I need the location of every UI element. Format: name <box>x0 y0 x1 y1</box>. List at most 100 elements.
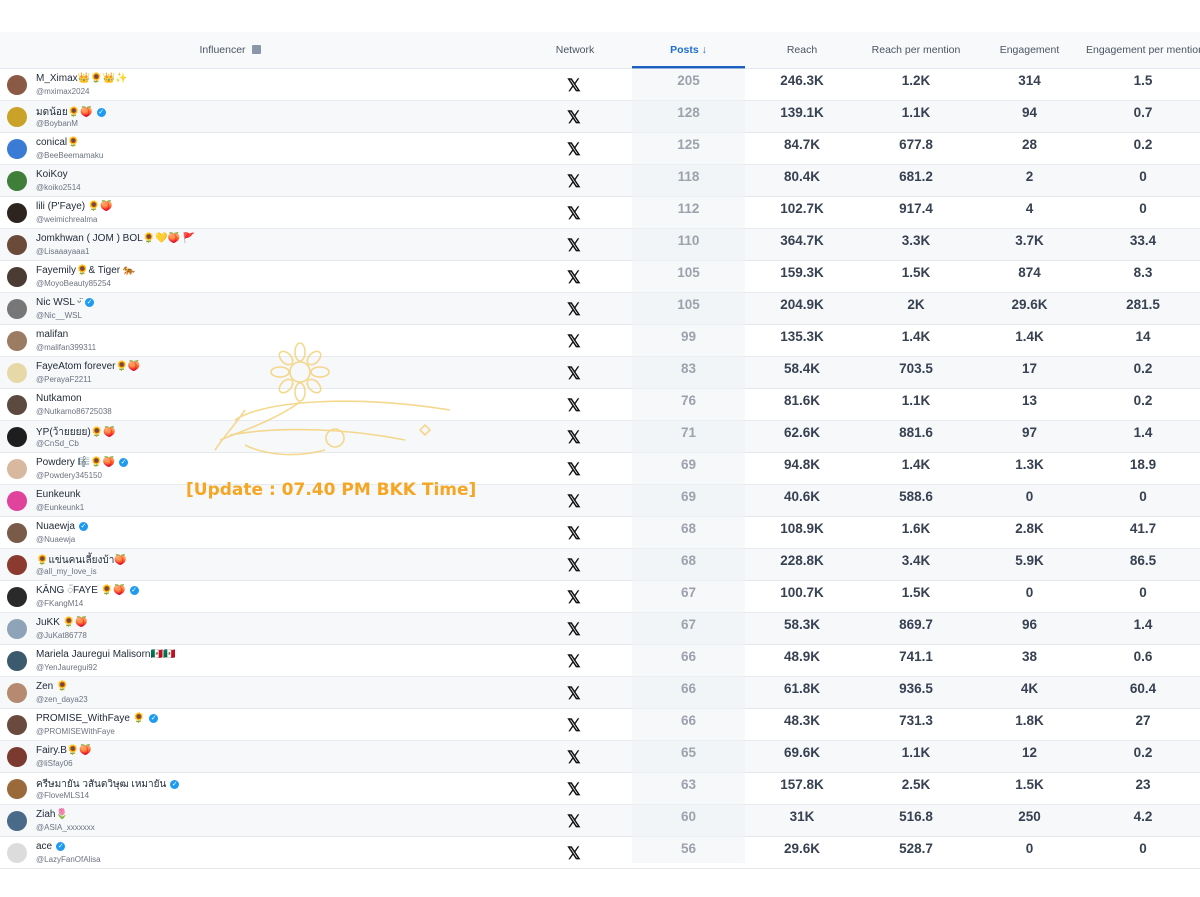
avatar[interactable] <box>7 811 27 831</box>
table-row[interactable]: FayeAtom forever🌻🍑 @PerayaF2211 𝕏 83 58.4K 70… <box>0 357 1200 389</box>
influencer-name[interactable]: KoiKoy <box>36 169 68 180</box>
table-row[interactable]: KĀNG ◌̈FAYE 🌻🍑 ✓ @FKangM14 𝕏 67 100.7K 1.5K 0 0 <box>0 581 1200 613</box>
avatar[interactable] <box>7 75 27 95</box>
influencer-name[interactable]: Ziah🌷 <box>36 809 68 820</box>
influencer-name-text[interactable]: malifan <box>36 329 68 340</box>
influencer-name-text[interactable]: 🌻แข่นคนเลี้ยงบ้า🍑 <box>36 555 127 566</box>
avatar[interactable] <box>7 619 27 639</box>
influencer-name-text[interactable]: Fairy.B🌻🍑 <box>36 745 92 756</box>
avatar[interactable] <box>7 747 27 767</box>
influencer-name-text[interactable]: มดน้อย🌻🍑 <box>36 107 93 118</box>
table-row[interactable]: Ziah🌷 @ASIA_xxxxxxx 𝕏 60 31K 516.8 250 4.2 <box>0 805 1200 837</box>
table-row[interactable]: M_Ximax👑🌻👑✨ @mximax2024 𝕏 205 246.3K 1.2K 314 1… <box>0 69 1200 101</box>
table-row[interactable]: Nic WSL ᵕ̈ ✓ @Nic__WSL 𝕏 105 204.9K 2K 29.6K 281… <box>0 293 1200 325</box>
influencer-handle[interactable]: @BoybanM <box>36 119 78 128</box>
col-header-reach-per-mention[interactable]: Reach per mention <box>859 32 973 68</box>
influencer-name-text[interactable]: Nuaewja <box>36 521 75 532</box>
table-row[interactable]: Jomkhwan ( JOM ) BOL🌻💛🍑 🚩 @Lisaaayaaa1 𝕏 11… <box>0 229 1200 261</box>
influencer-name[interactable]: Nic WSL ᵕ̈ ✓ <box>36 297 95 308</box>
influencer-handle[interactable]: @mximax2024 <box>36 87 89 96</box>
col-header-network[interactable]: Network <box>520 32 630 68</box>
col-header-posts[interactable]: Posts ↓ <box>632 32 745 68</box>
table-row[interactable]: malifan @malifan399311 𝕏 99 135.3K 1.4K 1.4K 14 <box>0 325 1200 357</box>
influencer-name-text[interactable]: M_Ximax👑🌻👑✨ <box>36 73 127 84</box>
influencer-name[interactable]: malifan <box>36 329 68 340</box>
influencer-handle[interactable]: @ASIA_xxxxxxx <box>36 823 95 832</box>
influencer-handle[interactable]: @Nic__WSL <box>36 311 82 320</box>
table-row[interactable]: lili (P'Faye) 🌻🍑 @weimichrealma 𝕏 112 102.7K… <box>0 197 1200 229</box>
table-row[interactable]: Fayemily🌻& Tiger 🐅 @MoyoBeauty85254 𝕏 105 15… <box>0 261 1200 293</box>
table-row[interactable]: JuKK 🌻🍑 @JuKat86778 𝕏 67 58.3K 869.7 96 1.4 <box>0 613 1200 645</box>
col-header-influencer[interactable]: Influencer <box>130 32 330 68</box>
influencer-name[interactable]: 🌻แข่นคนเลี้ยงบ้า🍑 <box>36 553 127 568</box>
influencer-handle[interactable]: @Nutkamo86725038 <box>36 407 112 416</box>
avatar[interactable] <box>7 331 27 351</box>
influencer-handle[interactable]: @FloveMLS14 <box>36 791 89 800</box>
influencer-name-text[interactable]: Jomkhwan ( JOM ) BOL🌻💛🍑 🚩 <box>36 233 195 244</box>
external-link-icon[interactable] <box>251 44 261 54</box>
table-row[interactable]: Mariela Jauregui Malisorn🇲🇽🇲🇽 @YenJauregu… <box>0 645 1200 677</box>
influencer-name-text[interactable]: ace <box>36 841 52 852</box>
influencer-name-text[interactable]: Nic WSL ᵕ̈ <box>36 297 81 308</box>
influencer-name-text[interactable]: YP(ว้ายยยย)🌻🍑 <box>36 427 116 438</box>
influencer-name[interactable]: Eunkeunk <box>36 489 80 500</box>
table-row[interactable]: KoiKoy @koiko2514 𝕏 118 80.4K 681.2 2 0 <box>0 165 1200 197</box>
influencer-name-text[interactable]: Nutkamon <box>36 393 82 404</box>
avatar[interactable] <box>7 779 27 799</box>
avatar[interactable] <box>7 523 27 543</box>
influencer-name-text[interactable]: Powdery 🎼🌻🍑 <box>36 457 115 468</box>
influencer-handle[interactable]: @YenJauregui92 <box>36 663 97 672</box>
influencer-handle[interactable]: @Eunkeunk1 <box>36 503 84 512</box>
table-row[interactable]: conical🌻 @BeeBeemamaku 𝕏 125 84.7K 677.8 28 0.2 <box>0 133 1200 165</box>
influencer-name[interactable]: FayeAtom forever🌻🍑 <box>36 361 140 372</box>
influencer-handle[interactable]: @Powdery345150 <box>36 471 102 480</box>
influencer-name[interactable]: M_Ximax👑🌻👑✨ <box>36 73 127 84</box>
influencer-name-text[interactable]: conical🌻 <box>36 137 80 148</box>
col-header-reach[interactable]: Reach <box>745 32 859 68</box>
influencer-handle[interactable]: @all_my_love_is <box>36 567 97 576</box>
avatar[interactable] <box>7 395 27 415</box>
avatar[interactable] <box>7 107 27 127</box>
avatar[interactable] <box>7 491 27 511</box>
influencer-handle[interactable]: @zen_daya23 <box>36 695 88 704</box>
influencer-handle[interactable]: @malifan399311 <box>36 343 96 352</box>
table-row[interactable]: PROMISE_WithFaye 🌻 ✓ @PROMISEWithFaye 𝕏 66 48… <box>0 709 1200 741</box>
influencer-name[interactable]: Zen 🌻 <box>36 681 68 692</box>
table-row[interactable]: มดน้อย🌻🍑 ✓ @BoybanM 𝕏 128 139.1K 1.1K 94 0.7 <box>0 101 1200 133</box>
avatar[interactable] <box>7 299 27 319</box>
avatar[interactable] <box>7 363 27 383</box>
influencer-name[interactable]: Powdery 🎼🌻🍑 ✓ <box>36 457 129 468</box>
avatar[interactable] <box>7 555 27 575</box>
table-row[interactable]: Nutkamon @Nutkamo86725038 𝕏 76 81.6K 1.1K 13 0.… <box>0 389 1200 421</box>
influencer-name[interactable]: conical🌻 <box>36 137 80 148</box>
avatar[interactable] <box>7 267 27 287</box>
table-row[interactable]: YP(ว้ายยยย)🌻🍑 @CnSd_Cb 𝕏 71 62.6K 881.6 97 1.4 <box>0 421 1200 453</box>
influencer-handle[interactable]: @PerayaF2211 <box>36 375 92 384</box>
table-row[interactable]: Fairy.B🌻🍑 @liSfay06 𝕏 65 69.6K 1.1K 12 0.2 <box>0 741 1200 773</box>
influencer-name[interactable]: ace ✓ <box>36 841 66 852</box>
influencer-handle[interactable]: @CnSd_Cb <box>36 439 79 448</box>
influencer-handle[interactable]: @LazyFanOfAlisa <box>36 855 101 864</box>
influencer-name[interactable]: มดน้อย🌻🍑 ✓ <box>36 105 106 120</box>
avatar[interactable] <box>7 683 27 703</box>
influencer-name[interactable]: KĀNG ◌̈FAYE 🌻🍑 ✓ <box>36 585 139 596</box>
influencer-name[interactable]: YP(ว้ายยยย)🌻🍑 <box>36 425 116 440</box>
influencer-name[interactable]: Jomkhwan ( JOM ) BOL🌻💛🍑 🚩 <box>36 233 195 244</box>
influencer-name[interactable]: PROMISE_WithFaye 🌻 ✓ <box>36 713 159 724</box>
table-row[interactable]: Powdery 🎼🌻🍑 ✓ @Powdery345150 𝕏 69 94.8K 1.4K 1.… <box>0 453 1200 485</box>
table-row[interactable]: Eunkeunk @Eunkeunk1 𝕏 69 40.6K 588.6 0 0 <box>0 485 1200 517</box>
influencer-name[interactable]: Nuaewja ✓ <box>36 521 88 532</box>
influencer-handle[interactable]: @JuKat86778 <box>36 631 87 640</box>
influencer-handle[interactable]: @BeeBeemamaku <box>36 151 103 160</box>
influencer-handle[interactable]: @Nuaewja <box>36 535 75 544</box>
influencer-name-text[interactable]: FayeAtom forever🌻🍑 <box>36 361 140 372</box>
influencer-name[interactable]: lili (P'Faye) 🌻🍑 <box>36 201 113 212</box>
influencer-name-text[interactable]: PROMISE_WithFaye 🌻 <box>36 713 145 724</box>
influencer-handle[interactable]: @koiko2514 <box>36 183 81 192</box>
table-row[interactable]: ครีษมายัน วสันตวิษุฒ เหมายัน ✓ @FloveMLS14… <box>0 773 1200 805</box>
col-header-engagement-per-mention[interactable]: Engagement per mention <box>1086 32 1200 68</box>
influencer-handle[interactable]: @weimichrealma <box>36 215 97 224</box>
influencer-handle[interactable]: @FKangM14 <box>36 599 83 608</box>
influencer-name-text[interactable]: KĀNG ◌̈FAYE 🌻🍑 <box>36 585 126 596</box>
avatar[interactable] <box>7 203 27 223</box>
